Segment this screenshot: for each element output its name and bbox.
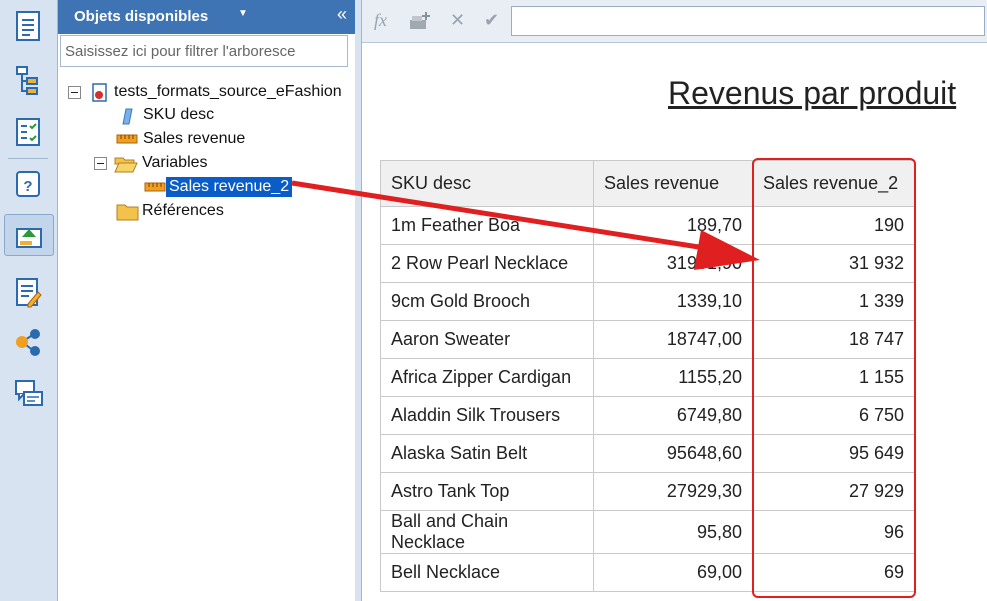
table-row: Astro Tank Top 27929,30 27 929 <box>380 472 915 511</box>
panel-title: Objets disponibles <box>74 8 209 25</box>
table-cell[interactable]: 1 339 <box>752 282 915 321</box>
table-cell[interactable]: 9cm Gold Brooch <box>380 282 594 321</box>
table-cell[interactable]: 1m Feather Boa <box>380 206 594 245</box>
available-objects-panel: Objets disponibles ▼ « tests_formats_sou… <box>58 0 356 601</box>
table-row: 9cm Gold Brooch 1339,10 1 339 <box>380 282 915 321</box>
tree-item-label: SKU desc <box>143 106 215 123</box>
tree-folder-label: Références <box>142 202 224 219</box>
input-controls-button[interactable] <box>8 112 48 152</box>
table-cell[interactable]: Astro Tank Top <box>380 472 594 511</box>
tree-root[interactable]: tests_formats_source_eFashion <box>68 81 353 103</box>
table-row: Bell Necklace 69,00 69 <box>380 553 915 592</box>
table-cell[interactable]: 27 929 <box>752 472 915 511</box>
table-cell[interactable]: Ball and Chain Necklace <box>380 510 594 554</box>
table-cell[interactable]: 6749,80 <box>593 396 753 435</box>
data-objects-icon <box>16 228 42 248</box>
tree-folder-variables[interactable]: Variables <box>94 152 314 174</box>
selected-variable-label: Sales revenue_2 <box>166 177 293 197</box>
table-cell[interactable]: Bell Necklace <box>380 553 594 592</box>
table-cell[interactable]: 2 Row Pearl Necklace <box>380 244 594 283</box>
universe-document-icon <box>92 83 107 102</box>
root-label: tests_formats_source_eFashion <box>114 83 342 100</box>
edit-document-button[interactable] <box>8 272 48 312</box>
table-row: Africa Zipper Cardigan 1155,20 1 155 <box>380 358 915 397</box>
comments-icon <box>15 380 43 406</box>
table-row: Alaska Satin Belt 95648,60 95 649 <box>380 434 915 473</box>
table-header-row: SKU desc Sales revenue Sales revenue_2 <box>380 160 915 207</box>
share-nodes-icon <box>16 329 40 356</box>
table-cell[interactable]: 69 <box>752 553 915 592</box>
tree-item-label: Sales revenue <box>143 130 246 147</box>
table-cell[interactable]: 189,70 <box>593 206 753 245</box>
tree-item-sales-revenue-2[interactable]: Sales revenue_2 <box>144 176 364 198</box>
column-header[interactable]: Sales revenue <box>593 160 753 207</box>
table-cell[interactable]: 31931,90 <box>593 244 753 283</box>
table-cell[interactable]: 1155,20 <box>593 358 753 397</box>
checklist-icon <box>16 118 40 146</box>
report-table[interactable]: SKU desc Sales revenue Sales revenue_2 1… <box>380 160 915 592</box>
dimension-icon <box>122 108 133 125</box>
edit-document-icon <box>16 278 42 308</box>
table-cell[interactable]: 95648,60 <box>593 434 753 473</box>
report-title[interactable]: Revenus par produit <box>668 75 956 112</box>
collapse-toggle-icon[interactable] <box>94 157 107 170</box>
document-summary-button[interactable] <box>8 6 48 46</box>
folder-icon <box>116 204 139 221</box>
caret-down-icon[interactable]: ▼ <box>238 8 248 19</box>
validate-formula-icon[interactable]: ✔ <box>484 10 499 31</box>
table-cell[interactable]: 1339,10 <box>593 282 753 321</box>
report-canvas: Revenus par produit SKU desc Sales reven… <box>362 43 987 601</box>
table-cell[interactable]: 6 750 <box>752 396 915 435</box>
panel-splitter[interactable] <box>355 0 362 601</box>
table-row: 1m Feather Boa 189,70 190 <box>380 206 915 245</box>
svg-text:?: ? <box>23 178 32 195</box>
table-cell[interactable]: 18 747 <box>752 320 915 359</box>
open-folder-icon <box>114 157 138 173</box>
measure-icon <box>116 134 138 144</box>
panel-header: Objets disponibles ▼ « <box>58 0 355 34</box>
tree-map-icon <box>16 66 38 95</box>
fx-icon[interactable]: fx <box>374 10 387 31</box>
cancel-formula-icon[interactable]: ✕ <box>450 10 465 31</box>
table-cell[interactable]: 27929,30 <box>593 472 753 511</box>
column-header[interactable]: Sales revenue_2 <box>752 160 915 207</box>
tree-folder-label: Variables <box>142 154 208 171</box>
table-cell[interactable]: Aaron Sweater <box>380 320 594 359</box>
variable-editor-icon[interactable] <box>408 10 432 32</box>
table-cell[interactable]: 95 649 <box>752 434 915 473</box>
data-links-button[interactable] <box>8 322 48 362</box>
document-icon <box>16 11 40 41</box>
tree-item-sku-desc[interactable]: SKU desc <box>118 104 318 126</box>
table-cell[interactable]: Alaska Satin Belt <box>380 434 594 473</box>
comments-button[interactable] <box>8 374 48 414</box>
formula-input[interactable] <box>511 6 985 36</box>
table-row: Aaron Sweater 18747,00 18 747 <box>380 320 915 359</box>
table-cell[interactable]: Africa Zipper Cardigan <box>380 358 594 397</box>
help-button[interactable]: ? <box>8 164 48 204</box>
tree-item-sales-revenue[interactable]: Sales revenue <box>116 128 316 150</box>
filter-tree-input[interactable] <box>60 35 348 67</box>
measure-icon <box>144 182 166 192</box>
column-header[interactable]: SKU desc <box>380 160 594 207</box>
table-row: 2 Row Pearl Necklace 31931,90 31 932 <box>380 244 915 283</box>
collapse-toggle-icon[interactable] <box>68 86 81 99</box>
table-cell[interactable]: 96 <box>752 510 915 554</box>
table-cell[interactable]: 190 <box>752 206 915 245</box>
table-cell[interactable]: 31 932 <box>752 244 915 283</box>
navigation-map-button[interactable] <box>8 60 48 100</box>
available-objects-button[interactable] <box>4 214 54 256</box>
collapse-panel-icon[interactable]: « <box>337 4 347 25</box>
table-cell[interactable]: Aladdin Silk Trousers <box>380 396 594 435</box>
table-cell[interactable]: 95,80 <box>593 510 753 554</box>
formula-bar: fx ✕ ✔ <box>362 0 987 43</box>
tree-folder-references[interactable]: Références <box>116 200 316 222</box>
table-row: Ball and Chain Necklace 95,80 96 <box>380 510 915 554</box>
side-toolbar: ? <box>0 0 58 601</box>
table-cell[interactable]: 18747,00 <box>593 320 753 359</box>
table-cell[interactable]: 69,00 <box>593 553 753 592</box>
help-icon: ? <box>16 171 40 197</box>
table-row: Aladdin Silk Trousers 6749,80 6 750 <box>380 396 915 435</box>
table-cell[interactable]: 1 155 <box>752 358 915 397</box>
